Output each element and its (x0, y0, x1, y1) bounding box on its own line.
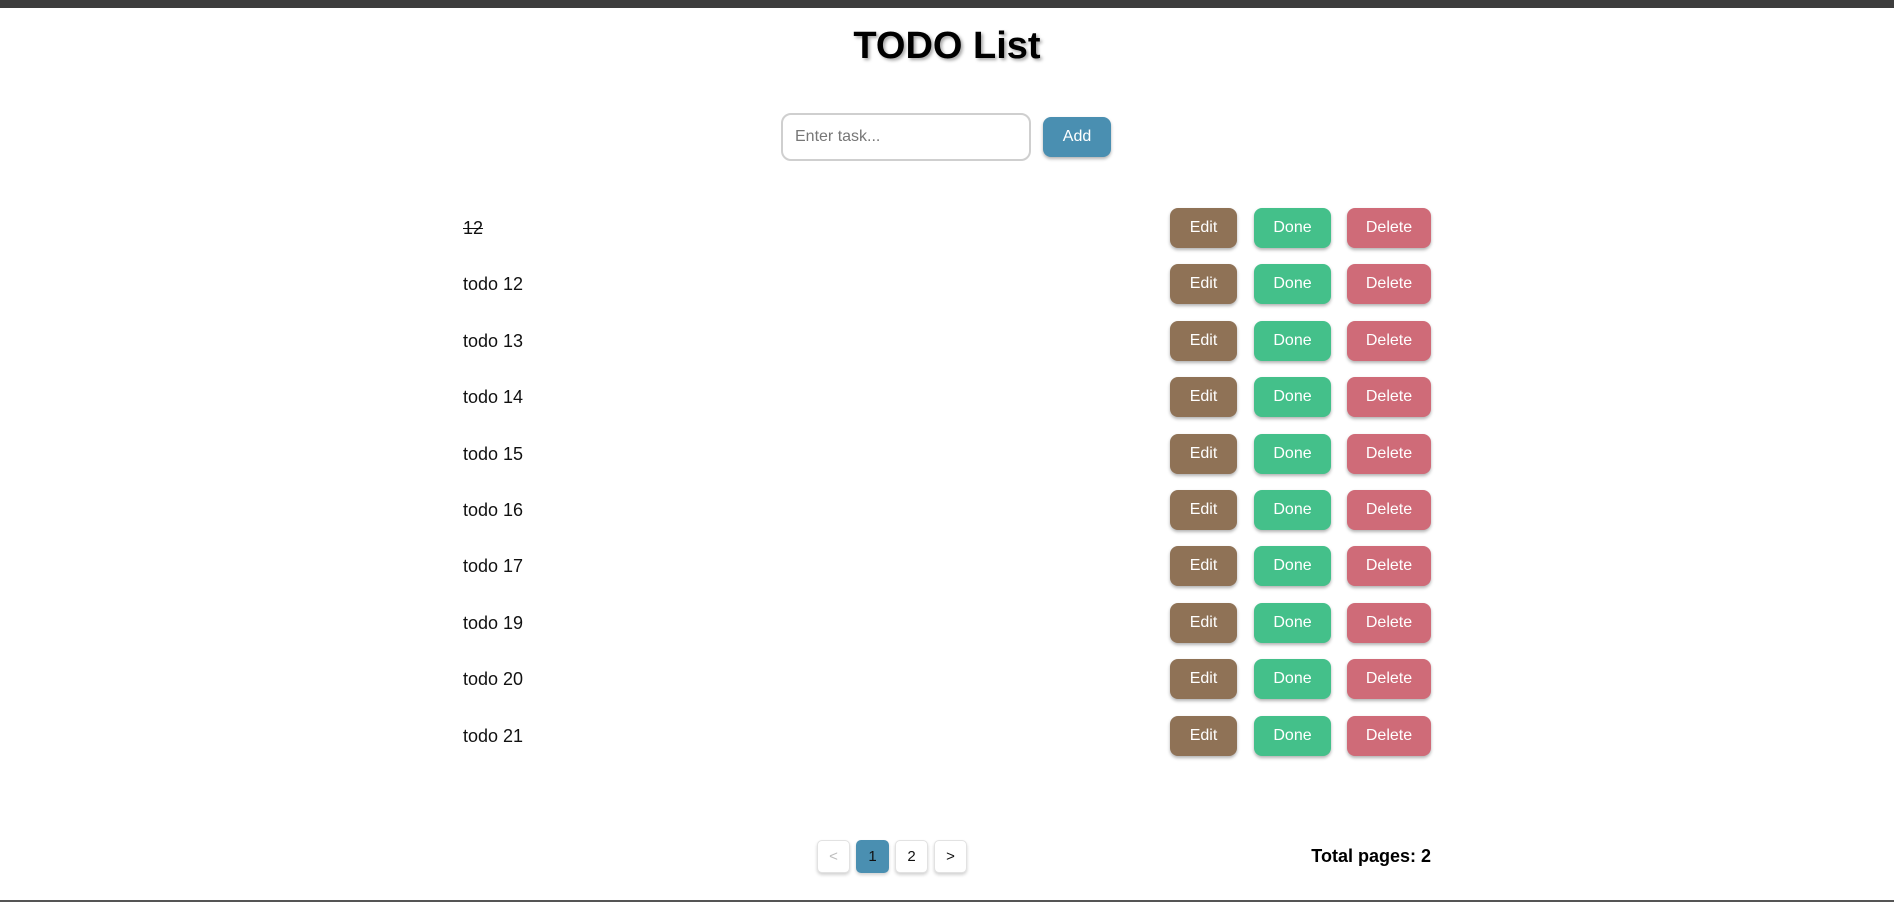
done-button[interactable]: Done (1254, 377, 1331, 418)
todo-item: todo 16 Edit Done Delete (463, 489, 1431, 546)
todo-actions: Edit Done Delete (1170, 320, 1431, 361)
done-button[interactable]: Done (1254, 264, 1331, 305)
delete-button[interactable]: Delete (1347, 489, 1431, 530)
todo-item: todo 12 Edit Done Delete (463, 264, 1431, 320)
todo-actions: Edit Done Delete (1170, 489, 1431, 530)
pagination: < 1 2 > (817, 840, 973, 873)
add-button[interactable]: Add (1043, 117, 1111, 157)
edit-button[interactable]: Edit (1170, 433, 1237, 474)
todo-actions: Edit Done Delete (1170, 659, 1431, 700)
done-button[interactable]: Done (1254, 602, 1331, 643)
delete-button[interactable]: Delete (1347, 433, 1431, 474)
edit-button[interactable]: Edit (1170, 264, 1237, 305)
browser-top-bar (0, 0, 1894, 8)
page-button-2[interactable]: 2 (895, 840, 928, 873)
done-button[interactable]: Done (1254, 208, 1331, 248)
edit-button[interactable]: Edit (1170, 208, 1237, 248)
todo-actions: Edit Done Delete (1170, 602, 1431, 643)
todo-actions: Edit Done Delete (1170, 264, 1431, 305)
edit-button[interactable]: Edit (1170, 489, 1237, 530)
todo-text: todo 21 (463, 725, 524, 746)
todo-item: 12 Edit Done Delete (463, 208, 1431, 264)
todo-text: todo 19 (463, 612, 524, 633)
add-task-form: Add (781, 113, 1111, 161)
todo-text: 12 (463, 218, 484, 238)
page-button-1[interactable]: 1 (856, 840, 889, 873)
delete-button[interactable]: Delete (1347, 546, 1431, 587)
todo-text: todo 20 (463, 669, 524, 690)
todo-item: todo 15 Edit Done Delete (463, 433, 1431, 490)
todo-text: todo 14 (463, 387, 524, 408)
edit-button[interactable]: Edit (1170, 546, 1237, 587)
edit-button[interactable]: Edit (1170, 377, 1237, 418)
delete-button[interactable]: Delete (1347, 715, 1431, 756)
todo-actions: Edit Done Delete (1170, 377, 1431, 418)
edit-button[interactable]: Edit (1170, 715, 1237, 756)
delete-button[interactable]: Delete (1347, 659, 1431, 700)
todo-text: todo 16 (463, 499, 524, 520)
todo-actions: Edit Done Delete (1170, 546, 1431, 587)
page-title: TODO List (853, 25, 1041, 67)
delete-button[interactable]: Delete (1347, 377, 1431, 418)
delete-button[interactable]: Delete (1347, 264, 1431, 305)
todo-text: todo 17 (463, 556, 524, 577)
todo-item: todo 14 Edit Done Delete (463, 377, 1431, 433)
todo-item: todo 21 Edit Done Delete (463, 715, 1431, 772)
edit-button[interactable]: Edit (1170, 320, 1237, 361)
task-input[interactable] (781, 113, 1031, 161)
todo-actions: Edit Done Delete (1170, 208, 1431, 248)
todo-actions: Edit Done Delete (1170, 433, 1431, 474)
todo-item: todo 13 Edit Done Delete (463, 320, 1431, 377)
total-pages-label: Total pages: 2 (1311, 846, 1431, 866)
todo-item: todo 17 Edit Done Delete (463, 546, 1431, 602)
done-button[interactable]: Done (1254, 433, 1331, 474)
prev-page-button[interactable]: < (817, 840, 850, 873)
delete-button[interactable]: Delete (1347, 320, 1431, 361)
edit-button[interactable]: Edit (1170, 602, 1237, 643)
todo-actions: Edit Done Delete (1170, 715, 1431, 756)
done-button[interactable]: Done (1254, 320, 1331, 361)
delete-button[interactable]: Delete (1347, 208, 1431, 248)
todo-item: todo 19 Edit Done Delete (463, 602, 1431, 659)
todo-text: todo 12 (463, 274, 524, 295)
edit-button[interactable]: Edit (1170, 659, 1237, 700)
todo-list: 12 Edit Done Delete todo 12 Edit Done De… (463, 208, 1431, 772)
todo-text: todo 13 (463, 330, 524, 351)
delete-button[interactable]: Delete (1347, 602, 1431, 643)
todo-text: todo 15 (463, 443, 524, 464)
done-button[interactable]: Done (1254, 715, 1331, 756)
done-button[interactable]: Done (1254, 489, 1331, 530)
done-button[interactable]: Done (1254, 546, 1331, 587)
todo-item: todo 20 Edit Done Delete (463, 659, 1431, 715)
done-button[interactable]: Done (1254, 659, 1331, 700)
next-page-button[interactable]: > (934, 840, 967, 873)
